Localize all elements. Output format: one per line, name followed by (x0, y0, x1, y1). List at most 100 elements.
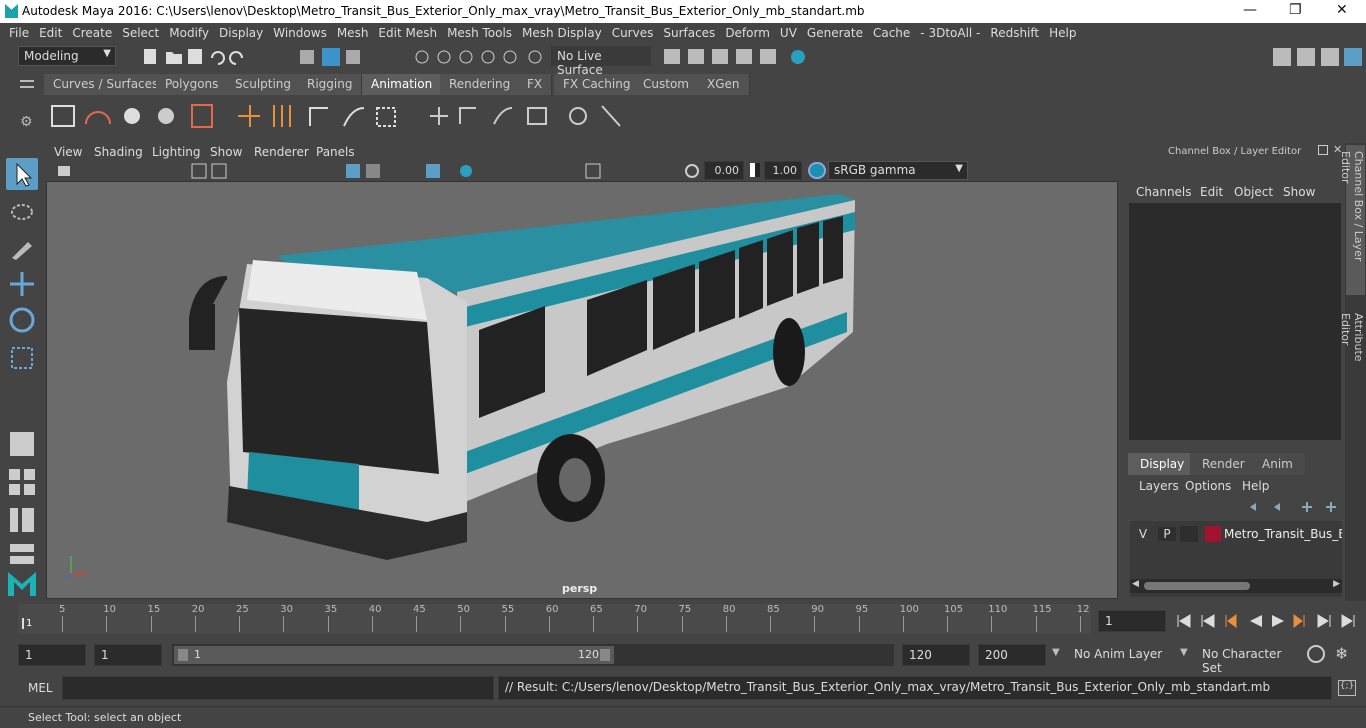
tab-rendering[interactable]: Rendering (440, 74, 521, 95)
layer-tab-display[interactable]: Display (1128, 453, 1197, 475)
layer-name[interactable]: Metro_Transit_Bus_Ext (1224, 527, 1342, 541)
menu-mesh-tools[interactable]: Mesh Tools (447, 26, 512, 40)
script-editor-icon[interactable]: {;} (1338, 680, 1356, 696)
shelf-settings-icon[interactable]: ⚙ (20, 114, 33, 130)
vp-menu-shading[interactable]: Shading (94, 145, 143, 159)
menu-help[interactable]: Help (1049, 26, 1076, 40)
exposure-field[interactable]: 0.00 (704, 161, 744, 180)
chevron-down-icon[interactable]: ▼ (1052, 647, 1060, 658)
gamma-field[interactable]: 1.00 (764, 161, 802, 180)
animation-end-field[interactable]: 200 (978, 644, 1046, 666)
attribute-editor-side-tab[interactable]: Attribute Editor (1339, 307, 1365, 397)
layer-scrollbar[interactable]: ◀ ▶ (1130, 579, 1342, 593)
vp-menu-renderer[interactable]: Renderer (254, 145, 309, 159)
animation-preferences-icon[interactable]: ❄ (1335, 644, 1348, 663)
channel-edit-menu[interactable]: Edit (1200, 185, 1223, 199)
menu-uv[interactable]: UV (780, 26, 797, 40)
vp-menu-show[interactable]: Show (210, 145, 242, 159)
scroll-right-icon[interactable]: ▶ (1333, 579, 1340, 589)
menu-curves[interactable]: Curves (612, 26, 654, 40)
command-language-toggle[interactable]: MEL (28, 681, 53, 695)
menu-create[interactable]: Create (72, 26, 112, 40)
select-tool[interactable] (6, 158, 38, 190)
color-space-selector[interactable]: sRGB gamma ▼ (828, 161, 968, 180)
menu-modify[interactable]: Modify (169, 26, 209, 40)
range-bar[interactable]: 1 120 (172, 644, 894, 666)
anim-layer-selector[interactable]: No Anim Layer (1068, 644, 1172, 666)
rotate-tool[interactable] (6, 304, 38, 336)
live-surface-field[interactable]: No Live Surface (551, 46, 651, 77)
menu-windows[interactable]: Windows (273, 26, 327, 40)
restore-button[interactable]: ❐ (1289, 2, 1302, 18)
layer-tab-render[interactable]: Render (1190, 453, 1257, 475)
menu-mesh[interactable]: Mesh (337, 26, 369, 40)
channel-box-side-tab[interactable]: Channel Box / Layer Editor (1339, 145, 1365, 295)
scale-tool[interactable] (6, 342, 38, 374)
mode-selector[interactable]: Modeling ▼ (18, 46, 116, 66)
layers-menu[interactable]: Layers (1139, 479, 1179, 493)
command-input[interactable] (62, 676, 494, 700)
menu-surfaces[interactable]: Surfaces (663, 26, 715, 40)
tab-curves-surfaces[interactable]: Curves / Surfaces (44, 74, 169, 95)
lasso-tool[interactable] (6, 198, 38, 230)
layer-help-menu[interactable]: Help (1242, 479, 1269, 493)
move-tool[interactable] (6, 268, 38, 300)
shelf-menu-icon[interactable] (20, 80, 34, 88)
menu-edit[interactable]: Edit (39, 26, 62, 40)
range-handle[interactable]: 1 120 (174, 646, 614, 664)
layer-color-swatch[interactable] (1205, 526, 1221, 542)
playback-start-field[interactable]: 1 (94, 644, 162, 666)
layer-type-toggle[interactable] (1180, 526, 1198, 542)
channel-object-menu[interactable]: Object (1234, 185, 1273, 199)
animation-start-field[interactable]: 1 (18, 644, 86, 666)
layer-row[interactable]: V P Metro_Transit_Bus_Ext (1130, 525, 1342, 543)
panel-float-icon[interactable] (1318, 145, 1328, 155)
scroll-left-icon[interactable]: ◀ (1132, 579, 1139, 589)
menu-select[interactable]: Select (122, 26, 159, 40)
channels-menu[interactable]: Channels (1136, 185, 1192, 199)
tab-xgen[interactable]: XGen (698, 74, 750, 95)
auto-key-icon[interactable] (1307, 645, 1325, 663)
channel-show-menu[interactable]: Show (1283, 185, 1315, 199)
menu-mesh-display[interactable]: Mesh Display (522, 26, 602, 40)
single-perspective-layout[interactable] (6, 428, 38, 460)
playback-end-field[interactable]: 120 (902, 644, 970, 666)
close-button[interactable]: ✕ (1336, 2, 1348, 18)
persp-outliner-layout[interactable] (6, 504, 38, 536)
tab-polygons[interactable]: Polygons (156, 74, 229, 95)
menu-deform[interactable]: Deform (725, 26, 770, 40)
minimize-button[interactable]: — (1243, 2, 1257, 18)
menu-redshift[interactable]: Redshift (990, 26, 1039, 40)
range-right-grip[interactable] (600, 649, 610, 661)
chevron-down-icon[interactable]: ▼ (1180, 647, 1188, 658)
tab-fx-caching[interactable]: FX Caching (554, 74, 641, 95)
range-left-grip[interactable] (178, 649, 188, 661)
vp-menu-lighting[interactable]: Lighting (152, 145, 201, 159)
menu-file[interactable]: File (9, 26, 29, 40)
menu-generate[interactable]: Generate (807, 26, 863, 40)
maya-home[interactable] (6, 566, 38, 598)
current-frame-field[interactable]: 1 (1098, 610, 1166, 632)
tab-rigging[interactable]: Rigging (298, 74, 363, 95)
scroll-thumb[interactable] (1144, 582, 1250, 590)
tab-sculpting[interactable]: Sculpting (226, 74, 302, 95)
tab-fx[interactable]: FX (518, 74, 553, 95)
menu-edit-mesh[interactable]: Edit Mesh (378, 26, 437, 40)
vp-menu-panels[interactable]: Panels (316, 145, 355, 159)
time-ruler[interactable]: 5 10 15 20 25 30 35 40 45 50 55 60 65 70 75 80 85 90 95 100… (18, 604, 1091, 634)
layer-tab-anim[interactable]: Anim (1250, 453, 1305, 475)
vp-menu-view[interactable]: View (54, 145, 82, 159)
perspective-viewport[interactable]: persp (46, 181, 1118, 599)
color-management-icon[interactable] (808, 162, 826, 179)
tab-custom[interactable]: Custom (634, 74, 699, 95)
layer-visibility-toggle[interactable]: V (1134, 527, 1152, 541)
layer-playback-toggle[interactable]: P (1158, 527, 1176, 541)
current-frame-marker[interactable]: 1 (22, 618, 32, 629)
character-set-selector[interactable]: No Character Set (1196, 644, 1300, 675)
four-view-layout[interactable] (6, 466, 38, 498)
paint-select-tool[interactable] (6, 232, 38, 264)
tab-animation[interactable]: Animation (362, 74, 443, 95)
menu-cache[interactable]: Cache (873, 26, 910, 40)
menu-display[interactable]: Display (219, 26, 263, 40)
layer-options-menu[interactable]: Options (1185, 479, 1231, 493)
